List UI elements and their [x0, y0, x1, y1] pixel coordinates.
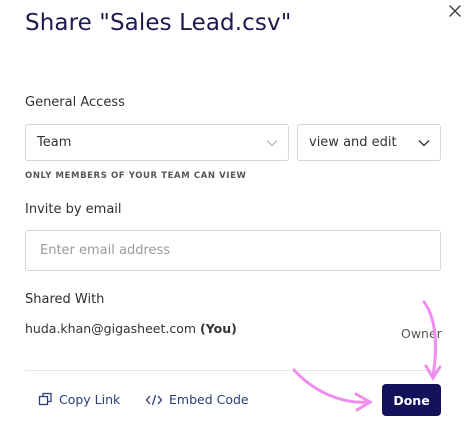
copy-link-label: Copy Link — [59, 392, 121, 407]
footer-divider — [25, 370, 441, 371]
user-email: huda.khan@gigasheet.com — [25, 321, 197, 336]
done-button[interactable]: Done — [382, 384, 441, 416]
access-hint: ONLY MEMBERS OF YOUR TEAM CAN VIEW — [25, 171, 247, 181]
shared-with-label: Shared With — [25, 292, 105, 307]
permission-select[interactable]: view and edit — [297, 124, 441, 161]
chevron-down-icon — [418, 139, 430, 146]
you-tag: (You) — [200, 321, 237, 336]
general-access-label: General Access — [25, 95, 125, 110]
code-icon — [145, 394, 163, 405]
embed-code-label: Embed Code — [169, 392, 249, 407]
invite-label: Invite by email — [25, 202, 122, 217]
shared-user-email: huda.khan@gigasheet.com (You) — [25, 321, 237, 336]
close-icon[interactable] — [446, 2, 464, 20]
embed-code-button[interactable]: Embed Code — [145, 392, 249, 407]
copy-link-button[interactable]: Copy Link — [38, 392, 120, 407]
email-input[interactable] — [25, 230, 441, 271]
dialog-title: Share "Sales Lead.csv" — [25, 10, 292, 36]
copy-icon — [38, 392, 52, 406]
role-label: Owner — [401, 326, 442, 341]
access-scope-select[interactable]: Team — [25, 124, 289, 161]
chevron-down-icon — [266, 139, 278, 146]
pink-annotation-arrows — [292, 300, 442, 412]
permission-value: view and edit — [309, 135, 397, 150]
access-scope-value: Team — [37, 135, 72, 150]
